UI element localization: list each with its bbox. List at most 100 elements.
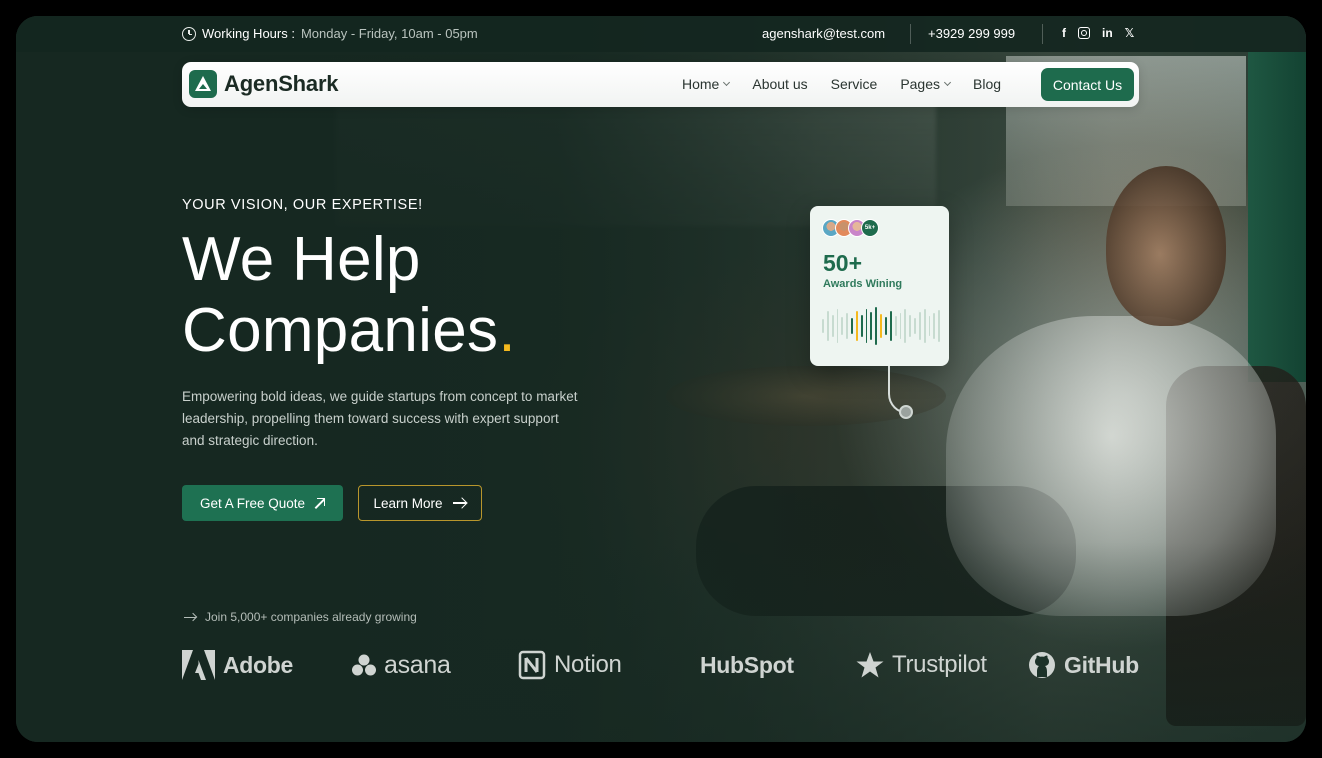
linkedin-icon[interactable]: in (1102, 26, 1113, 40)
waveform-bar (875, 307, 878, 345)
clock-icon (182, 26, 196, 41)
contact-email-link[interactable]: agenshark@test.com (762, 26, 885, 41)
instagram-icon[interactable] (1078, 27, 1090, 39)
nav-item-service[interactable]: Service (831, 76, 878, 92)
social-proof-label: Join 5,000+ companies already growing (205, 610, 417, 624)
hero-description: Empowering bold ideas, we guide startups… (182, 389, 578, 448)
nav-item-label: Service (830, 76, 878, 92)
waveform-bar (899, 313, 902, 339)
nav-item-home[interactable]: Home (682, 76, 731, 92)
contact-phone-link[interactable]: +3929 299 999 (928, 26, 1015, 41)
notion-icon (518, 650, 546, 680)
hero-title: We Help Companies. (182, 224, 516, 366)
star-icon (856, 652, 884, 678)
audio-waveform (822, 306, 941, 346)
contact-us-button[interactable]: Contact Us (1041, 68, 1134, 101)
awards-count: 50+ (823, 250, 863, 276)
waveform-bar (822, 319, 824, 333)
topbar-divider (910, 24, 911, 44)
waveform-bar (831, 315, 834, 337)
nav-item-blog[interactable]: Blog (973, 76, 1001, 92)
button-label: Get A Free Quote (199, 495, 306, 511)
x-icon[interactable]: 𝕏 (1125, 26, 1135, 40)
waveform-bar (889, 311, 892, 341)
hero-title-line2: Companies. (182, 295, 516, 366)
brand-logo-trustpilot: Trustpilot (856, 648, 987, 682)
brand-logo[interactable]: AgenShark (189, 70, 339, 98)
waveform-bar (865, 309, 868, 343)
brand-name: GitHub (1064, 651, 1139, 678)
waveform-bar (841, 317, 844, 335)
chevron-down-icon (943, 78, 952, 87)
social-proof-text: Join 5,000+ companies already growing (184, 610, 417, 624)
hero-eyebrow: YOUR VISION, OUR EXPERTISE! (182, 197, 423, 213)
nav-item-about[interactable]: About us (752, 76, 807, 92)
nav-item-pages[interactable]: Pages (900, 76, 952, 92)
main-navbar: AgenShark Home About us Service Pages Bl… (182, 62, 1139, 107)
github-icon (1029, 652, 1055, 678)
waveform-bar (880, 314, 882, 338)
top-info-bar: Working Hours : Monday - Friday, 10am - … (16, 16, 1306, 52)
brand-name: AgenShark (224, 71, 339, 96)
waveform-bar (923, 309, 926, 343)
waveform-bar (914, 318, 916, 334)
brand-logo-notion: Notion (518, 648, 622, 682)
arrow-right-icon (452, 498, 467, 508)
avatar-group: 5k+ (822, 219, 879, 237)
waveform-bar (928, 316, 931, 336)
waveform-bar (851, 318, 853, 334)
brand-name: HubSpot (700, 651, 794, 678)
hero-frame: Working Hours : Monday - Friday, 10am - … (16, 16, 1306, 742)
awards-label: Awards Wining (823, 278, 903, 290)
learn-more-button[interactable]: Learn More (358, 485, 482, 521)
brand-logo-asana: asana (352, 648, 451, 682)
nav-item-label: Home (682, 76, 720, 92)
waveform-bar (884, 317, 887, 335)
get-free-quote-button[interactable]: Get A Free Quote (182, 485, 343, 521)
nav-item-label: About us (752, 76, 808, 92)
nav-item-label: Blog (973, 76, 1002, 92)
brand-logos-row: Adobe asana Notion HubSpot Trustpilot Gi… (182, 648, 1142, 684)
asana-icon (352, 654, 376, 676)
chevron-down-icon (723, 78, 731, 87)
waveform-bar (836, 309, 839, 343)
button-label: Learn More (373, 495, 443, 511)
hero-title-dot: . (498, 296, 516, 365)
topbar-divider (1042, 24, 1043, 44)
logo-mark-icon (189, 70, 217, 98)
brand-name: asana (384, 650, 451, 679)
waveform-bar (870, 312, 873, 340)
brand-logo-github: GitHub (1028, 648, 1139, 682)
facebook-icon[interactable]: f (1062, 26, 1066, 40)
waveform-bar (826, 311, 829, 341)
waveform-bar (933, 313, 936, 339)
waveform-bar (855, 311, 858, 341)
arrow-up-right-icon (315, 498, 326, 508)
nav-links: Home About us Service Pages Blog (682, 76, 1001, 92)
social-links: f in 𝕏 (1062, 26, 1134, 40)
waveform-bar (918, 312, 921, 340)
waveform-bar (860, 315, 863, 337)
working-hours-label: Working Hours : (202, 26, 295, 41)
working-hours: Working Hours : Monday - Friday, 10am - … (182, 26, 478, 41)
hero-bottom-fade (16, 542, 1306, 742)
waveform-bar (846, 313, 849, 339)
brand-name: Notion (554, 651, 622, 678)
brand-logo-adobe: Adobe (182, 648, 293, 682)
hero-title-line1: We Help (182, 225, 421, 294)
brand-logo-hubspot: HubSpot (700, 648, 794, 682)
arrow-right-icon (184, 613, 197, 621)
hero-title-word: Companies (182, 296, 499, 365)
nav-item-label: Pages (900, 76, 941, 92)
brand-name: Adobe (223, 651, 294, 678)
adobe-icon (182, 650, 215, 680)
waveform-bar (894, 316, 897, 336)
awards-card: 5k+ 50+ Awards Wining (810, 206, 949, 366)
waveform-bar (904, 309, 907, 343)
brand-name: Trustpilot (892, 651, 987, 678)
avatar-more-count: 5k+ (861, 219, 879, 237)
working-hours-value: Monday - Friday, 10am - 05pm (300, 26, 478, 41)
waveform-bar (938, 310, 941, 342)
card-connector-dot (899, 405, 913, 419)
waveform-bar (909, 315, 912, 337)
